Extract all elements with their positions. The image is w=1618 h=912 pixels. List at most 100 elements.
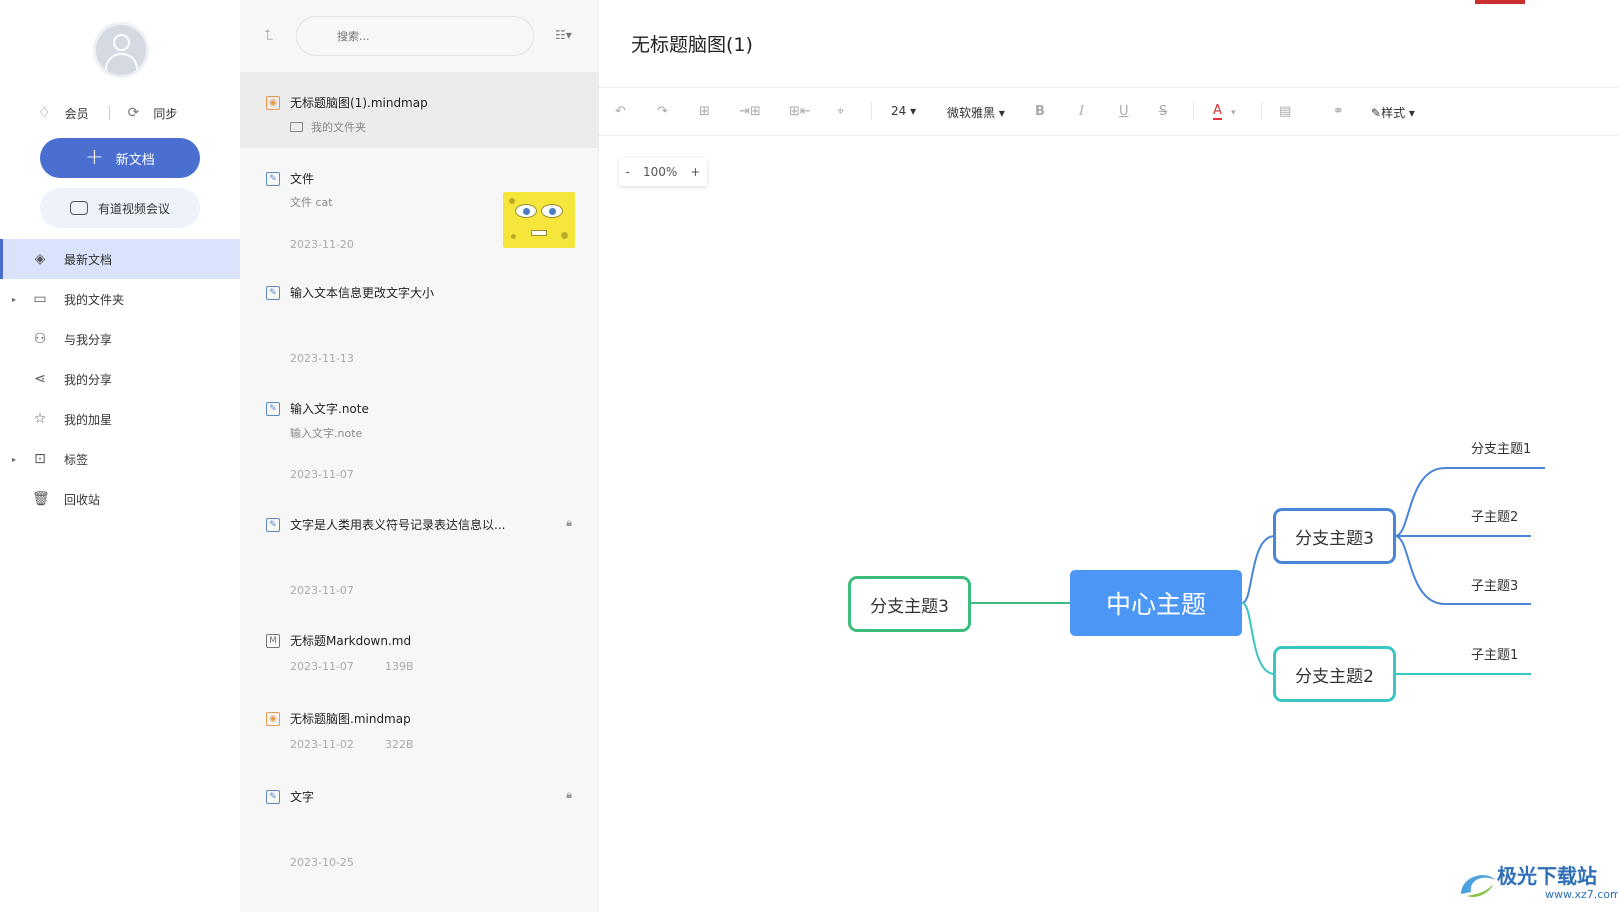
watermark-swirl-icon xyxy=(1461,875,1495,898)
sub-topic-node[interactable]: 子主题2 xyxy=(1471,506,1518,525)
file-list-item[interactable]: ◉ 无标题脑图(1).mindmap 我的文件夹 xyxy=(240,72,598,148)
go-up-icon[interactable]: ⮤ xyxy=(264,26,280,44)
file-title: 文件 xyxy=(290,172,315,186)
diamond-icon: ♢ xyxy=(38,105,51,121)
sub-topic-node[interactable]: 子主题3 xyxy=(1471,575,1518,594)
file-date: 2023-11-13 xyxy=(290,352,354,365)
file-title: 无标题脑图(1).mindmap xyxy=(290,96,428,110)
branch-node-right-top[interactable]: 分支主题3 xyxy=(1273,508,1396,564)
sync-icon: ⟳ xyxy=(127,105,140,121)
mindmap-file-icon: ◉ xyxy=(266,712,280,726)
sidebar-item-label: 与我分享 xyxy=(64,332,113,347)
trash-icon: 🗑 xyxy=(32,491,50,507)
sub-topic-node[interactable]: 分支主题1 xyxy=(1471,438,1531,457)
member-sync-row: ♢ 会员 ⟳ 同步 xyxy=(38,103,208,123)
new-document-button[interactable]: + 新文档 xyxy=(40,138,200,178)
file-preview: 输入文字.note xyxy=(290,427,363,440)
file-list-item[interactable]: ✎ 输入文本信息更改文字大小 2023-11-13 xyxy=(240,264,598,380)
file-title: 文字是人类用表义符号记录表达信息以... xyxy=(290,518,506,532)
connector-right-top xyxy=(1241,535,1276,604)
connector-sub-1 xyxy=(1394,467,1545,537)
file-folder-path: 我的文件夹 xyxy=(290,119,366,135)
avatar[interactable] xyxy=(93,22,149,78)
connector-right-bottom xyxy=(1241,602,1276,675)
branch-node-right-bottom[interactable]: 分支主题2 xyxy=(1273,646,1396,702)
file-date: 2023-11-02 xyxy=(290,738,354,751)
lock-icon: 🔒︎ xyxy=(566,516,572,529)
sidebar-item-label: 回收站 xyxy=(64,492,101,507)
file-title: 输入文字.note xyxy=(290,402,369,416)
watermark-text: 极光下载站 xyxy=(1497,864,1597,888)
sidebar-item[interactable]: 🗑 回收站 xyxy=(0,479,240,519)
sync-link[interactable]: 同步 xyxy=(153,105,177,122)
member-link[interactable]: 会员 xyxy=(65,105,89,122)
markdown-file-icon: M xyxy=(266,634,280,648)
folder-icon xyxy=(290,122,303,132)
file-title: 无标题脑图.mindmap xyxy=(290,712,411,726)
file-list-item[interactable]: ✎ 文件文件 cat 2023-11-20 xyxy=(240,148,598,264)
file-list-item[interactable]: M 无标题Markdown.md 2023-11-07 139B xyxy=(240,612,598,690)
watermark-logo: 极光下载站 www.xz7.com xyxy=(1457,860,1618,908)
file-list-item[interactable]: ✎ 输入文字.note 输入文字.note 2023-11-07 xyxy=(240,380,598,496)
file-date: 2023-11-07 xyxy=(290,584,354,597)
left-sidebar: ♢ 会员 ⟳ 同步 + 新文档 有道视频会议 ◈ 最新文档 ▸ ▭ 我的文件夹 ⚇ 与我分享… xyxy=(0,0,240,912)
sidebar-item[interactable]: ◈ 最新文档 xyxy=(0,239,240,279)
sidebar-item-label: 我的加星 xyxy=(64,412,113,427)
note-file-icon: ✎ xyxy=(266,790,280,804)
file-title: 无标题Markdown.md xyxy=(290,634,412,648)
note-file-icon: ✎ xyxy=(266,286,280,300)
expand-arrow-icon[interactable]: ▸ xyxy=(12,295,16,304)
sidebar-item-label: 最新文档 xyxy=(64,252,113,267)
mindmap-editor: 无标题脑图(1) ↶ ↷ ⊞ ⇥⊞ ⊞⇤ ⌖ 24 ▾ 微软雅黑 ▾ B I U… xyxy=(598,0,1618,912)
plus-icon: + xyxy=(85,145,104,170)
file-list: ◉ 无标题脑图(1).mindmap 我的文件夹 ✎ 文件文件 cat 2023-11-2… xyxy=(240,72,598,884)
video-meeting-button[interactable]: 有道视频会议 xyxy=(40,188,200,228)
sidebar-item[interactable]: ▸ ▭ 我的文件夹 xyxy=(0,279,240,319)
branch-node-left[interactable]: 分支主题3 xyxy=(848,576,971,632)
file-date: 2023-11-07 xyxy=(290,468,354,481)
note-file-icon: ✎ xyxy=(266,172,280,186)
layers-icon: ◈ xyxy=(34,251,46,267)
file-thumbnail-image xyxy=(503,192,575,248)
file-title: 文字 xyxy=(290,790,315,804)
file-preview: 文件 cat xyxy=(290,196,333,209)
watermark-url: www.xz7.com xyxy=(1545,888,1618,901)
lock-icon: 🔒︎ xyxy=(566,788,572,801)
sidebar-item-label: 标签 xyxy=(64,452,89,467)
video-camera-icon xyxy=(69,201,88,215)
file-date: 2023-11-20 xyxy=(290,238,354,251)
expand-arrow-icon[interactable]: ▸ xyxy=(12,455,16,464)
mindmap-file-icon: ◉ xyxy=(266,96,280,110)
note-file-icon: ✎ xyxy=(266,402,280,416)
sidebar-item[interactable]: ☆ 我的加星 xyxy=(0,399,240,439)
center-node[interactable]: 中心主题 xyxy=(1070,570,1242,636)
note-file-icon: ✎ xyxy=(266,518,280,532)
file-list-item[interactable]: ◉ 无标题脑图.mindmap 2023-11-02 322B xyxy=(240,690,598,768)
sidebar-item[interactable]: ⋖ 我的分享 xyxy=(0,359,240,399)
file-list-panel: ⮤ ☷▾ ◉ 无标题脑图(1).mindmap 我的文件夹 ✎ 文件文件 cat 2023… xyxy=(240,0,598,912)
mindmap-connectors xyxy=(969,467,1545,675)
file-list-item[interactable]: ✎ 文字是人类用表义符号记录表达信息以... 2023-11-07 🔒︎ xyxy=(240,496,598,612)
tag-icon: ⊡ xyxy=(34,451,46,467)
video-meeting-label: 有道视频会议 xyxy=(97,201,170,216)
sidebar-nav: ◈ 最新文档 ▸ ▭ 我的文件夹 ⚇ 与我分享 ⋖ 我的分享 ☆ 我的加星 ▸ ⊡ 标签 🗑 回收站 xyxy=(0,239,240,519)
star-icon: ☆ xyxy=(33,411,47,427)
new-document-label: 新文档 xyxy=(115,152,155,168)
search-input[interactable] xyxy=(296,16,534,56)
sub-topic-node[interactable]: 子主题1 xyxy=(1471,644,1518,663)
users-icon: ⚇ xyxy=(33,331,47,347)
folder-icon: ▭ xyxy=(33,291,47,307)
share-icon: ⋖ xyxy=(34,371,46,387)
sidebar-item-label: 我的分享 xyxy=(64,372,113,387)
file-size: 139B xyxy=(385,660,414,673)
sidebar-item-label: 我的文件夹 xyxy=(64,292,125,307)
file-date: 2023-10-25 xyxy=(290,856,354,869)
file-title: 输入文本信息更改文字大小 xyxy=(290,286,435,300)
file-list-item[interactable]: ✎ 文字 2023-10-25 🔒︎ xyxy=(240,768,598,884)
file-date: 2023-11-07 xyxy=(290,660,354,673)
file-list-header: ⮤ ☷▾ xyxy=(240,0,598,72)
sidebar-item[interactable]: ▸ ⊡ 标签 xyxy=(0,439,240,479)
file-size: 322B xyxy=(385,738,414,751)
list-view-toggle-icon[interactable]: ☷▾ xyxy=(555,28,572,42)
sidebar-item[interactable]: ⚇ 与我分享 xyxy=(0,319,240,359)
